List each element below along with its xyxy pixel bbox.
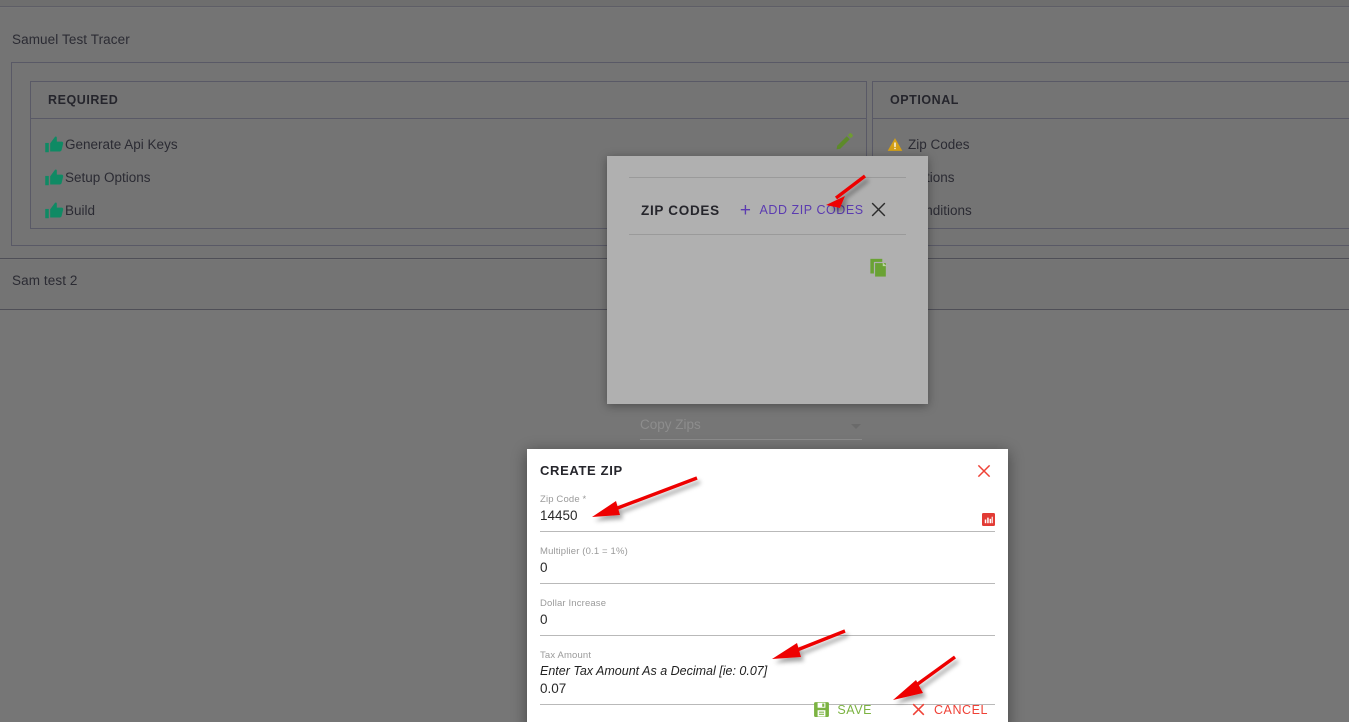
window-top-strip [0,0,1349,7]
save-disk-icon [814,702,830,717]
copy-zips-field[interactable]: Copy Zips [640,414,862,440]
task-row[interactable]: Options [887,161,1349,194]
red-keypad-icon[interactable] [982,513,995,526]
zip-code-input[interactable]: 14450 [540,507,995,525]
save-label: SAVE [837,702,872,717]
tax-amount-hint: Enter Tax Amount As a Decimal [ie: 0.07] [540,664,768,678]
zip-codes-dialog: ZIP CODES + ADD ZIP CODES Copy Zips [607,156,928,484]
task-row[interactable]: Zip Codes [887,128,1349,161]
cancel-label: CANCEL [933,702,988,717]
close-icon[interactable] [865,196,891,222]
warning-triangle-icon [887,137,903,152]
column-header-label: REQUIRED [48,93,119,107]
add-zip-codes-label: ADD ZIP CODES [759,203,864,217]
copy-zips-select[interactable]: Copy Zips [640,414,862,440]
task-label: Generate Api Keys [65,137,178,152]
thumbs-up-icon [45,202,64,219]
close-icon [912,703,925,716]
field-label: Zip Code * [540,494,587,505]
field-label: Multiplier (0.1 = 1%) [540,546,628,557]
plus-icon: + [739,199,752,221]
cancel-button[interactable]: CANCEL [904,697,994,722]
field-label: Dollar Increase [540,598,607,609]
zip-codes-dialog-title: ZIP CODES [641,202,720,218]
thumbs-up-icon [45,136,64,153]
task-label: Setup Options [65,170,151,185]
copy-zips-placeholder: Copy Zips [640,417,701,432]
task-row[interactable]: Conditions [887,194,1349,227]
dollar-increase-input[interactable]: 0 [540,611,995,629]
add-zip-codes-button[interactable]: + ADD ZIP CODES [740,201,864,220]
thumbs-up-icon [45,169,64,186]
create-zip-dialog: CREATE ZIP Zip Code * 14450 Multiplier (… [527,449,1008,722]
divider [629,177,906,178]
field-label: Tax Amount [540,650,592,661]
create-zip-dialog-title: CREATE ZIP [540,462,623,478]
divider [629,234,906,235]
column-header-optional: OPTIONAL [873,82,1349,119]
section-title: Sam test 2 [12,273,78,288]
section-title: Samuel Test Tracer [12,32,130,47]
multiplier-field[interactable]: Multiplier (0.1 = 1%) 0 [540,545,995,584]
task-label: Zip Codes [908,137,970,152]
close-icon[interactable] [973,460,995,482]
create-zip-dialog-header: CREATE ZIP [540,449,995,491]
column-optional: OPTIONAL Zip Codes Options Conditions [872,81,1349,229]
chevron-down-icon [851,424,861,429]
column-header-required: REQUIRED [31,82,866,119]
dollar-increase-field[interactable]: Dollar Increase 0 [540,597,995,636]
column-header-label: OPTIONAL [890,93,959,107]
column-body-optional: Zip Codes Options Conditions [873,119,1349,227]
tax-amount-input[interactable]: 0.07 [540,680,995,698]
task-label: Build [65,203,96,218]
zip-code-field[interactable]: Zip Code * 14450 [540,493,995,532]
pencil-icon[interactable] [834,130,856,152]
copy-icon[interactable] [869,256,891,280]
create-zip-dialog-actions: SAVE CANCEL [527,697,1008,722]
app-root: Samuel Test Tracer REQUIRED Generate Api… [0,0,1349,722]
save-button[interactable]: SAVE [807,697,878,722]
multiplier-input[interactable]: 0 [540,559,995,577]
